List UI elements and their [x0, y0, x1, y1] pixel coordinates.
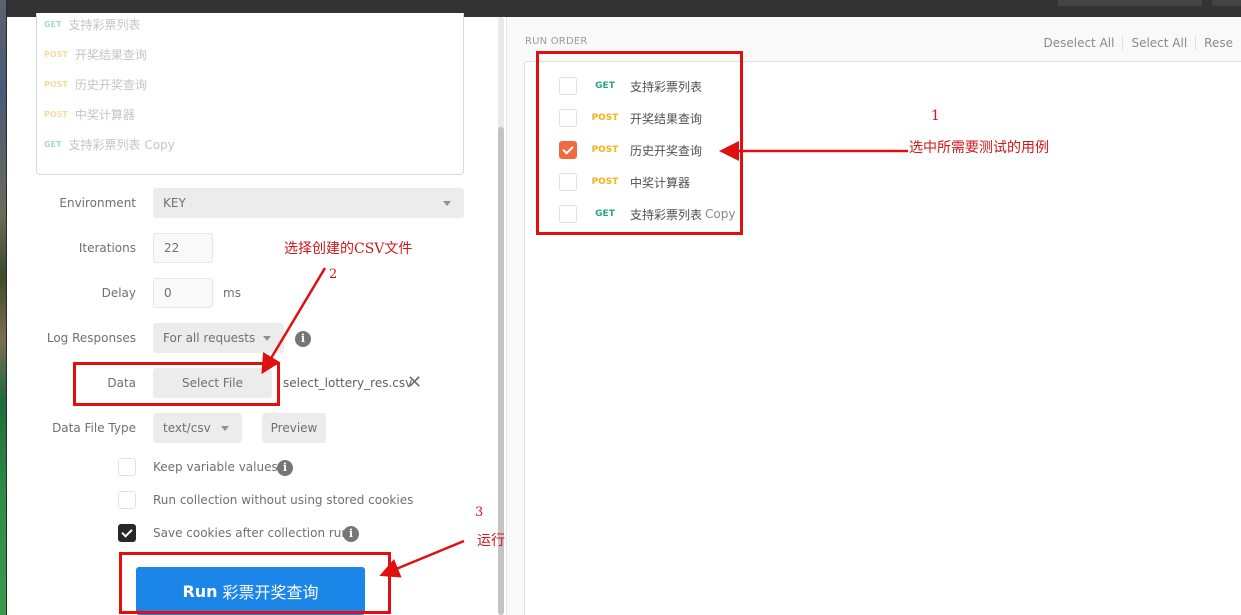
environment-select[interactable]: KEY [153, 188, 464, 218]
titlebar-button[interactable] [1212, 0, 1241, 6]
method-badge: POST [44, 49, 68, 59]
list-item[interactable]: GET 支持彩票列表 [44, 14, 141, 34]
keep-variable-values-label: Keep variable values [153, 460, 278, 474]
close-icon[interactable]: ✕ [407, 374, 422, 392]
info-icon[interactable]: i [295, 331, 311, 347]
annotation-step2-number: 2 [329, 267, 338, 282]
annotation-step3-text: 运行 [477, 533, 505, 549]
delay-label: Delay [101, 286, 136, 300]
annotation-step3-number: 3 [475, 505, 484, 520]
preview-button[interactable]: Preview [262, 413, 326, 443]
request-name: 历史开奖查询 [74, 77, 147, 92]
environment-value: KEY [163, 196, 186, 210]
no-stored-cookies-checkbox[interactable] [118, 491, 136, 509]
data-file-type-select[interactable]: text/csv [153, 413, 242, 443]
method-badge: GET [44, 139, 62, 149]
method-badge: POST [44, 79, 68, 89]
collection-request-list: GET 支持彩票列表 POST 开奖结果查询 POST 历史开奖查询 POST … [36, 13, 464, 175]
run-order-actions: Deselect All Select All Rese [1035, 36, 1241, 50]
reset-button[interactable]: Rese [1195, 36, 1241, 50]
annotation-step1-number: 1 [931, 108, 940, 124]
data-file-type-value: text/csv [163, 421, 211, 435]
list-item[interactable]: POST 开奖结果查询 [44, 44, 147, 64]
no-stored-cookies-label: Run collection without using stored cook… [153, 493, 414, 507]
check-icon [121, 526, 133, 538]
environment-label: Environment [59, 196, 136, 210]
annotation-box-run-order [536, 51, 743, 235]
annotation-box-run [119, 552, 391, 614]
info-icon[interactable]: i [343, 526, 359, 542]
save-cookies-label: Save cookies after collection run [153, 526, 350, 540]
runner-config-panel: GET 支持彩票列表 POST 开奖结果查询 POST 历史开奖查询 POST … [7, 13, 497, 615]
info-icon[interactable]: i [277, 460, 293, 476]
chevron-down-icon [221, 426, 229, 431]
iterations-input[interactable]: 22 [153, 233, 213, 263]
save-cookies-checkbox[interactable] [118, 524, 136, 542]
request-name: 支持彩票列表 [68, 17, 141, 32]
annotation-box-data [73, 362, 280, 406]
deselect-all-button[interactable]: Deselect All [1035, 36, 1122, 50]
iterations-label: Iterations [78, 241, 136, 255]
data-file-type-label: Data File Type [52, 421, 136, 435]
annotation-step2-text: 选择创建的CSV文件 [284, 241, 413, 257]
keep-variable-values-checkbox[interactable] [118, 458, 136, 476]
chevron-down-icon [443, 201, 451, 206]
titlebar-button[interactable] [1058, 0, 1202, 6]
log-responses-label: Log Responses [46, 331, 136, 345]
list-item[interactable]: POST 历史开奖查询 [44, 74, 147, 94]
method-badge: POST [44, 109, 68, 119]
chevron-down-icon [263, 336, 271, 341]
request-name: 支持彩票列表 Copy [68, 137, 175, 152]
run-order-title: RUN ORDER [525, 36, 588, 47]
request-name: 开奖结果查询 [74, 47, 147, 62]
request-name: 中奖计算器 [74, 107, 135, 122]
delay-input[interactable]: 0 [153, 278, 213, 308]
annotation-step1-text: 选中所需要测试的用例 [909, 140, 1049, 156]
list-item[interactable]: GET 支持彩票列表 Copy [44, 134, 175, 154]
list-item[interactable]: POST 中奖计算器 [44, 104, 135, 124]
log-responses-value: For all requests [163, 331, 256, 345]
select-all-button[interactable]: Select All [1122, 36, 1195, 50]
log-responses-select[interactable]: For all requests [153, 323, 284, 353]
method-badge: GET [44, 19, 62, 29]
data-filename: select_lottery_res.csv [283, 376, 413, 390]
delay-unit: ms [223, 286, 241, 300]
